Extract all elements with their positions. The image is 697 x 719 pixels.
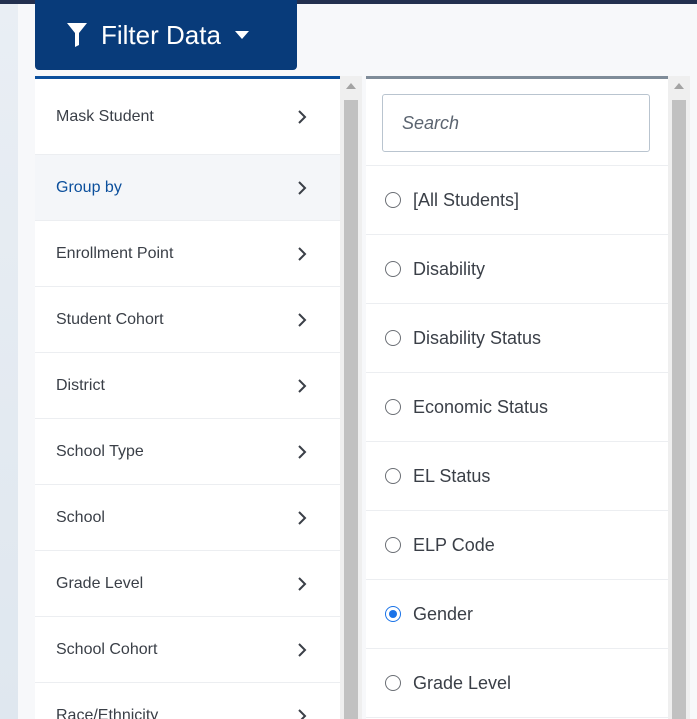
caret-down-icon (234, 31, 249, 39)
menu-item-label: Grade Level (56, 574, 144, 592)
menu-item[interactable]: District (35, 353, 340, 419)
menu-item-label: Race/Ethnicity (56, 706, 159, 719)
radio-button[interactable] (385, 606, 401, 622)
menu-item-label: School Cohort (56, 640, 158, 658)
search-container (366, 79, 668, 166)
chevron-right-icon (298, 378, 307, 393)
option-label: Disability Status (413, 327, 542, 348)
menu-item-label: District (56, 376, 105, 394)
menu-item-label: Enrollment Point (56, 244, 174, 262)
chevron-right-icon (298, 510, 307, 525)
group-by-option[interactable]: Disability (366, 235, 668, 304)
search-input[interactable] (382, 94, 650, 152)
radio-button[interactable] (385, 330, 401, 346)
menu-item[interactable]: Mask Student (35, 79, 340, 155)
group-by-option[interactable]: Gender (366, 580, 668, 649)
menu-item[interactable]: Group by (35, 155, 340, 221)
menu-item[interactable]: School Type (35, 419, 340, 485)
option-label: Grade Level (413, 672, 512, 693)
options-panel-scrollbar[interactable] (668, 76, 690, 719)
chevron-right-icon (298, 708, 307, 719)
menu-item-label: Mask Student (56, 107, 154, 125)
scroll-up-arrow-icon[interactable] (346, 83, 356, 89)
group-by-option[interactable]: [All Students] (366, 166, 668, 235)
scrollbar-thumb[interactable] (344, 100, 358, 719)
radio-button[interactable] (385, 675, 401, 691)
filter-data-button[interactable]: Filter Data (35, 0, 297, 70)
group-by-options-panel: [All Students] Disability Disability Statu… (366, 76, 668, 719)
chevron-right-icon (298, 444, 307, 459)
chevron-right-icon (298, 246, 307, 261)
menu-item[interactable]: Race/Ethnicity (35, 683, 340, 719)
chevron-right-icon (298, 180, 307, 195)
menu-item-label: School (56, 508, 105, 526)
menu-item[interactable]: Enrollment Point (35, 221, 340, 287)
group-by-option[interactable]: Disability Status (366, 304, 668, 373)
funnel-icon (67, 23, 87, 47)
option-label: Gender (413, 603, 474, 624)
radio-button[interactable] (385, 192, 401, 208)
option-label: EL Status (413, 465, 491, 486)
radio-button[interactable] (385, 537, 401, 553)
group-by-option[interactable]: EL Status (366, 442, 668, 511)
chevron-right-icon (298, 576, 307, 591)
menu-item[interactable]: School (35, 485, 340, 551)
menu-item-label: Group by (56, 178, 122, 196)
chevron-right-icon (298, 312, 307, 327)
menu-item-label: Student Cohort (56, 310, 164, 328)
group-by-option[interactable]: ELP Code (366, 511, 668, 580)
menu-item[interactable]: School Cohort (35, 617, 340, 683)
radio-button[interactable] (385, 261, 401, 277)
chevron-right-icon (298, 109, 307, 124)
menu-item-label: School Type (56, 442, 144, 460)
chevron-right-icon (298, 642, 307, 657)
option-label: ELP Code (413, 534, 495, 555)
group-by-option[interactable]: Grade Level (366, 649, 668, 718)
radio-button[interactable] (385, 468, 401, 484)
group-by-option[interactable]: Economic Status (366, 373, 668, 442)
option-label: Disability (413, 258, 486, 279)
filter-category-menu: Mask Student Group by Enrollment Point Stud… (35, 76, 340, 719)
menu-item[interactable]: Student Cohort (35, 287, 340, 353)
filter-data-label: Filter Data (101, 19, 221, 50)
option-label: Economic Status (413, 396, 549, 417)
options-list: [All Students] Disability Disability Statu… (366, 166, 668, 718)
category-menu-scrollbar[interactable] (340, 76, 362, 719)
menu-item[interactable]: Grade Level (35, 551, 340, 617)
radio-button[interactable] (385, 399, 401, 415)
scrollbar-thumb[interactable] (672, 100, 686, 719)
option-label: [All Students] (413, 189, 520, 210)
page-left-edge (0, 0, 18, 719)
scroll-up-arrow-icon[interactable] (674, 83, 684, 89)
